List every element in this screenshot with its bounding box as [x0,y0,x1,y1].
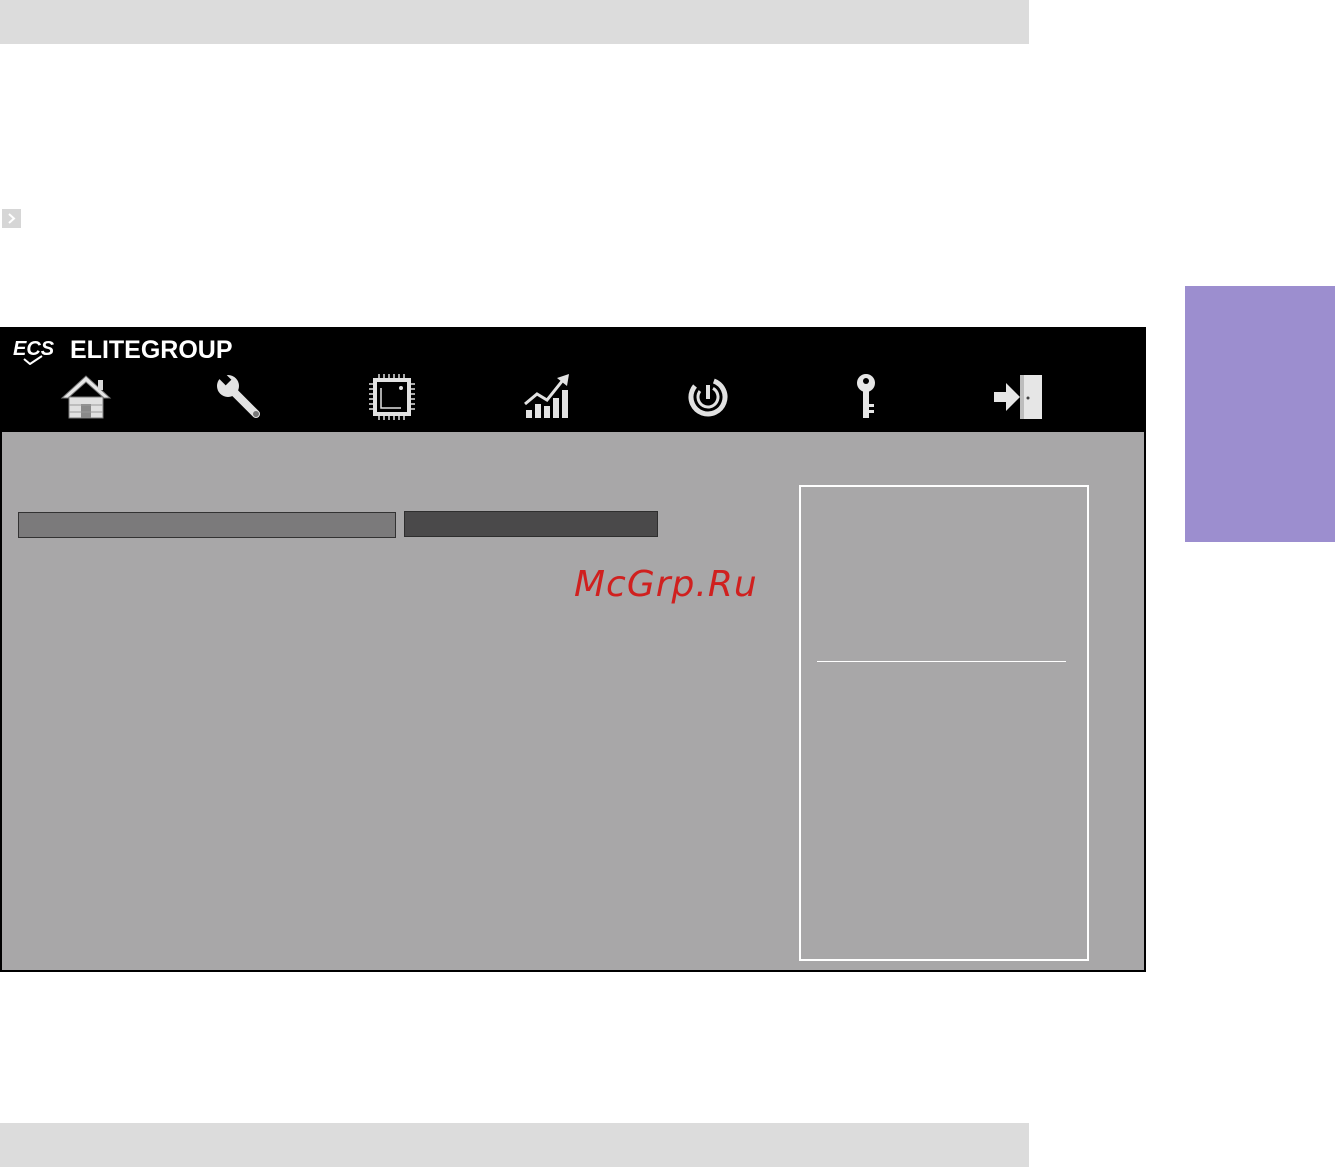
svg-text:ECS: ECS [13,338,55,360]
ecs-logo: ECS ELITEGROUP [12,335,233,365]
help-panel-divider [817,661,1066,662]
bios-content-area: McGrp.Ru [2,432,1144,970]
nav-bar [0,371,1146,429]
power-icon [688,377,728,417]
ecs-logo-mark-icon: ECS [13,338,55,365]
nav-boot-button[interactable] [678,371,738,423]
nav-security-button[interactable] [836,371,896,423]
page-header-band [0,0,1029,44]
nav-main-button[interactable] [56,371,116,423]
nav-performance-button[interactable] [518,371,578,423]
chip-icon [369,374,415,420]
brand-name: ELITEGROUP [70,336,233,364]
exit-icon [994,375,1042,419]
key-icon [857,374,875,418]
setting-label-field[interactable] [18,512,396,538]
bios-screen: ECS ELITEGROUP McGrp.Ru [0,327,1146,972]
chapter-side-tab [1185,286,1335,542]
bios-header: ECS ELITEGROUP [0,327,1146,432]
nav-chipset-button[interactable] [362,371,422,423]
watermark-text: McGrp.Ru [574,564,758,605]
chart-up-icon [524,374,569,418]
setting-value-field[interactable] [404,511,658,537]
home-icon [60,375,112,419]
bullet-chevron-icon [2,209,21,228]
nav-exit-button[interactable] [988,371,1048,423]
wrench-icon [217,372,260,418]
page-footer-band [0,1123,1029,1167]
help-panel [799,485,1089,961]
nav-advanced-button[interactable] [208,371,268,423]
